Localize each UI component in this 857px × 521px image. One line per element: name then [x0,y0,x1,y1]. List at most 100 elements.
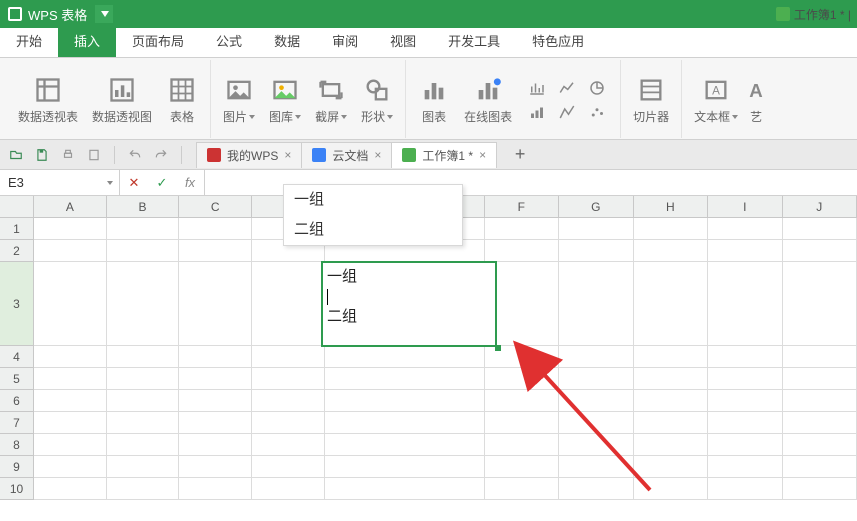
fx-button[interactable]: fx [176,175,204,190]
menu-tab-8[interactable]: 特色应用 [516,27,600,57]
row-header-2[interactable]: 2 [0,240,34,262]
row-header-7[interactable]: 7 [0,412,34,434]
cell-E7[interactable] [325,412,485,434]
cell-D8[interactable] [252,434,325,456]
cell-B4[interactable] [107,346,180,368]
mini-chart-4[interactable] [524,101,550,123]
app-menu-caret[interactable] [95,5,113,23]
cell-G6[interactable] [559,390,634,412]
doc-tab-2[interactable]: 工作簿1 *× [391,142,497,168]
table-button[interactable]: 表格 [160,74,204,125]
cell-E4[interactable] [325,346,485,368]
cell-I2[interactable] [708,240,783,262]
cell-H5[interactable] [634,368,709,390]
chart-button[interactable]: 图表 [412,74,456,125]
cell-D6[interactable] [252,390,325,412]
row-header-6[interactable]: 6 [0,390,34,412]
cell-B9[interactable] [107,456,180,478]
cell-F5[interactable] [485,368,560,390]
cell-C1[interactable] [179,218,252,240]
cell-H4[interactable] [634,346,709,368]
cell-J4[interactable] [783,346,857,368]
menu-tab-6[interactable]: 视图 [374,27,432,57]
select-all-corner[interactable] [0,196,34,218]
cell-F8[interactable] [485,434,560,456]
cell-D7[interactable] [252,412,325,434]
cell-F7[interactable] [485,412,560,434]
cell-A2[interactable] [34,240,107,262]
cell-C7[interactable] [179,412,252,434]
cell-I9[interactable] [708,456,783,478]
qat-open[interactable] [6,145,26,165]
row-header-4[interactable]: 4 [0,346,34,368]
cell-E8[interactable] [325,434,485,456]
cell-C2[interactable] [179,240,252,262]
mini-chart-6[interactable] [584,101,610,123]
cell-J7[interactable] [783,412,857,434]
fill-handle[interactable] [495,345,501,351]
menu-tab-5[interactable]: 审阅 [316,27,374,57]
cell-A5[interactable] [34,368,107,390]
qat-save[interactable] [32,145,52,165]
cell-A1[interactable] [34,218,107,240]
cell-A3[interactable] [34,262,107,346]
slicer-button[interactable]: 切片器 [627,74,675,125]
cell-A4[interactable] [34,346,107,368]
row-header-10[interactable]: 10 [0,478,34,500]
cell-A10[interactable] [34,478,107,500]
formula-accept-button[interactable]: ✓ [148,175,176,191]
qat-redo[interactable] [151,145,171,165]
cell-I4[interactable] [708,346,783,368]
cell-B3[interactable] [107,262,180,346]
mini-chart-5[interactable] [554,101,580,123]
suggestion-item-0[interactable]: 一组 [284,185,462,215]
shapes-button[interactable]: 形状 [355,74,399,125]
gallery-button[interactable]: 图库 [263,74,307,125]
cell-I10[interactable] [708,478,783,500]
wordart-button[interactable]: A 艺 [746,74,766,125]
qat-print[interactable] [58,145,78,165]
cell-I1[interactable] [708,218,783,240]
cell-F6[interactable] [485,390,560,412]
cell-J9[interactable] [783,456,857,478]
cell-D4[interactable] [252,346,325,368]
col-header-J[interactable]: J [783,196,857,218]
cell-E6[interactable] [325,390,485,412]
cell-C10[interactable] [179,478,252,500]
mini-chart-2[interactable] [554,77,580,99]
cell-D10[interactable] [252,478,325,500]
cell-H6[interactable] [634,390,709,412]
cell-B1[interactable] [107,218,180,240]
cell-I5[interactable] [708,368,783,390]
qat-preview[interactable] [84,145,104,165]
menu-tab-3[interactable]: 公式 [200,27,258,57]
menu-tab-0[interactable]: 开始 [0,27,58,57]
suggestion-item-1[interactable]: 二组 [284,215,462,245]
cell-E5[interactable] [325,368,485,390]
cell-E10[interactable] [325,478,485,500]
cell-G8[interactable] [559,434,634,456]
cell-B10[interactable] [107,478,180,500]
cell-G3[interactable] [559,262,634,346]
cell-B6[interactable] [107,390,180,412]
cell-I7[interactable] [708,412,783,434]
cell-A6[interactable] [34,390,107,412]
cell-H9[interactable] [634,456,709,478]
cell-F1[interactable] [485,218,560,240]
textbox-button[interactable]: A 文本框 [688,74,744,125]
cell-D3[interactable] [252,262,325,346]
cell-A8[interactable] [34,434,107,456]
pivot-table-button[interactable]: 数据透视表 [12,74,84,125]
cell-G2[interactable] [559,240,634,262]
menu-tab-4[interactable]: 数据 [258,27,316,57]
cell-I8[interactable] [708,434,783,456]
cell-H10[interactable] [634,478,709,500]
close-icon[interactable]: × [284,148,291,162]
cell-H3[interactable] [634,262,709,346]
pivot-chart-button[interactable]: 数据透视图 [86,74,158,125]
col-header-G[interactable]: G [559,196,634,218]
cell-F2[interactable] [485,240,560,262]
cell-I3[interactable] [708,262,783,346]
cell-H2[interactable] [634,240,709,262]
cell-J5[interactable] [783,368,857,390]
